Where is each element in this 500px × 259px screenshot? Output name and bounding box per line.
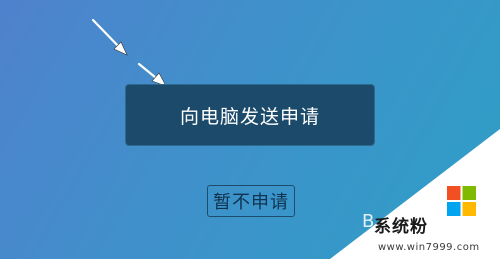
watermark-title: 系统粉 <box>374 217 428 237</box>
pointer-arrow-icon <box>91 18 128 56</box>
windows-logo-icon <box>447 186 476 216</box>
pointer-arrow-icon <box>137 62 167 87</box>
watermark-url: www.win7999.com <box>378 242 480 253</box>
pairing-screen: 向电脑发送申请 暂不申请 B 系统粉 www.win7999.com <box>0 0 500 259</box>
not-now-button[interactable]: 暂不申请 <box>207 185 295 217</box>
watermark-partial-letter: B <box>362 211 375 232</box>
